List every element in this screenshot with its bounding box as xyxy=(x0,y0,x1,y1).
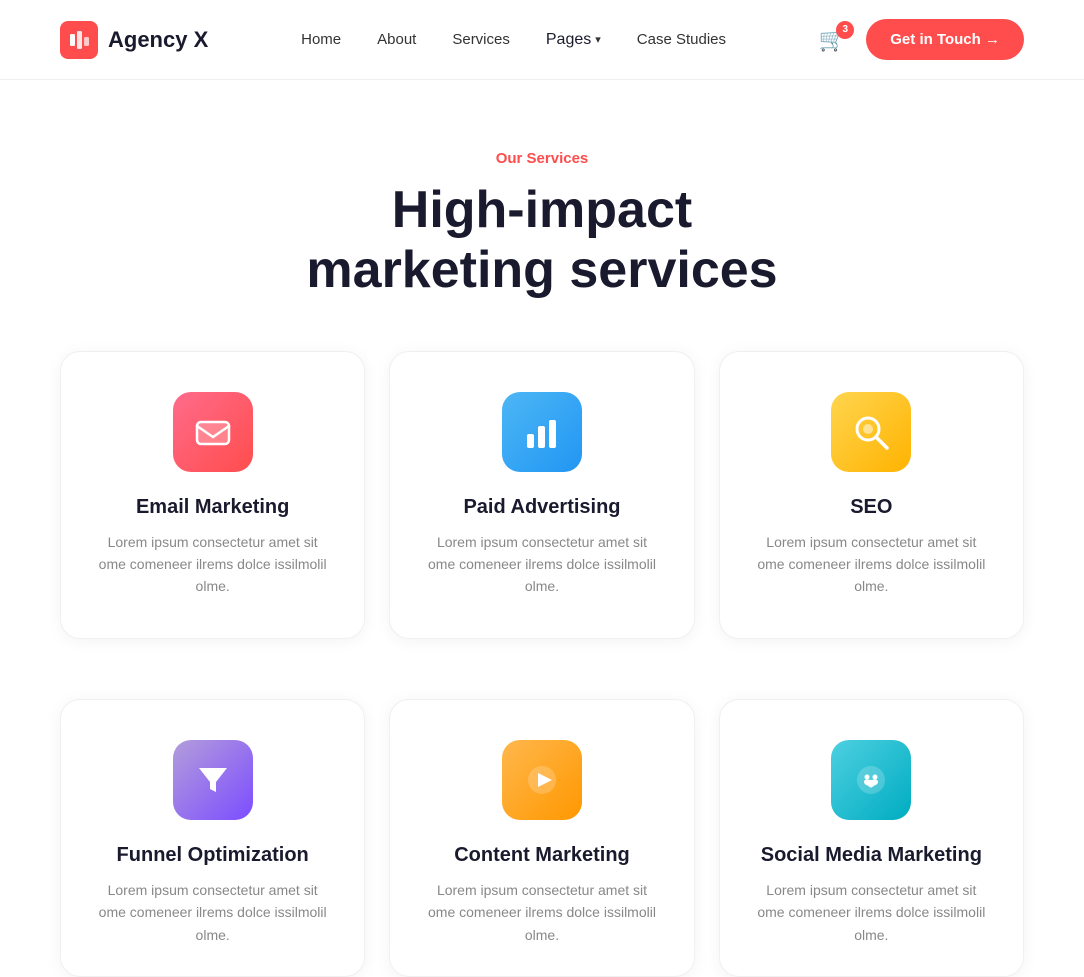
services-grid-row2: Funnel Optimization Lorem ipsum consecte… xyxy=(0,699,1084,977)
services-grid-row1: Email Marketing Lorem ipsum consectetur … xyxy=(0,351,1084,699)
content-marketing-icon xyxy=(502,740,582,820)
funnel-title: Funnel Optimization xyxy=(97,844,328,867)
chevron-down-icon: ▾ xyxy=(595,33,601,46)
nav-case-studies[interactable]: Case Studies xyxy=(637,31,726,48)
section-tag: Our Services xyxy=(20,150,1064,167)
content-marketing-title: Content Marketing xyxy=(426,844,657,867)
logo-text: Agency X xyxy=(108,27,208,53)
social-media-desc: Lorem ipsum consectetur amet sit ome com… xyxy=(756,879,987,946)
service-card-content: Content Marketing Lorem ipsum consectetu… xyxy=(389,699,694,977)
email-marketing-desc: Lorem ipsum consectetur amet sit ome com… xyxy=(97,531,328,598)
section-header: Our Services High-impact marketing servi… xyxy=(0,80,1084,351)
social-media-icon xyxy=(831,740,911,820)
content-marketing-desc: Lorem ipsum consectetur amet sit ome com… xyxy=(426,879,657,946)
logo-icon xyxy=(60,21,98,59)
nav-links: Home About Services Pages ▾ Case Studies xyxy=(301,31,726,49)
email-marketing-icon xyxy=(173,392,253,472)
funnel-icon xyxy=(173,740,253,820)
service-card-email: Email Marketing Lorem ipsum consectetur … xyxy=(60,351,365,639)
service-card-ads: Paid Advertising Lorem ipsum consectetur… xyxy=(389,351,694,639)
navbar: Agency X Home About Services Pages ▾ Cas… xyxy=(0,0,1084,80)
nav-home[interactable]: Home xyxy=(301,31,341,48)
email-marketing-title: Email Marketing xyxy=(97,496,328,519)
seo-title: SEO xyxy=(756,496,987,519)
section-title: High-impact marketing services xyxy=(20,181,1064,301)
service-card-seo: SEO Lorem ipsum consectetur amet sit ome… xyxy=(719,351,1024,639)
logo[interactable]: Agency X xyxy=(60,21,208,59)
service-card-social: Social Media Marketing Lorem ipsum conse… xyxy=(719,699,1024,977)
social-media-title: Social Media Marketing xyxy=(756,844,987,867)
cta-button[interactable]: Get in Touch → xyxy=(866,19,1024,60)
funnel-desc: Lorem ipsum consectetur amet sit ome com… xyxy=(97,879,328,946)
paid-advertising-desc: Lorem ipsum consectetur amet sit ome com… xyxy=(426,531,657,598)
service-card-funnel: Funnel Optimization Lorem ipsum consecte… xyxy=(60,699,365,977)
seo-desc: Lorem ipsum consectetur amet sit ome com… xyxy=(756,531,987,598)
cart-button[interactable]: 🛒 3 xyxy=(819,27,846,53)
seo-icon xyxy=(831,392,911,472)
nav-services[interactable]: Services xyxy=(452,31,510,48)
nav-pages[interactable]: Pages ▾ xyxy=(546,31,601,49)
paid-advertising-title: Paid Advertising xyxy=(426,496,657,519)
nav-right: 🛒 3 Get in Touch → xyxy=(819,19,1024,60)
paid-advertising-icon xyxy=(502,392,582,472)
cart-badge: 3 xyxy=(836,21,854,39)
nav-about[interactable]: About xyxy=(377,31,416,48)
